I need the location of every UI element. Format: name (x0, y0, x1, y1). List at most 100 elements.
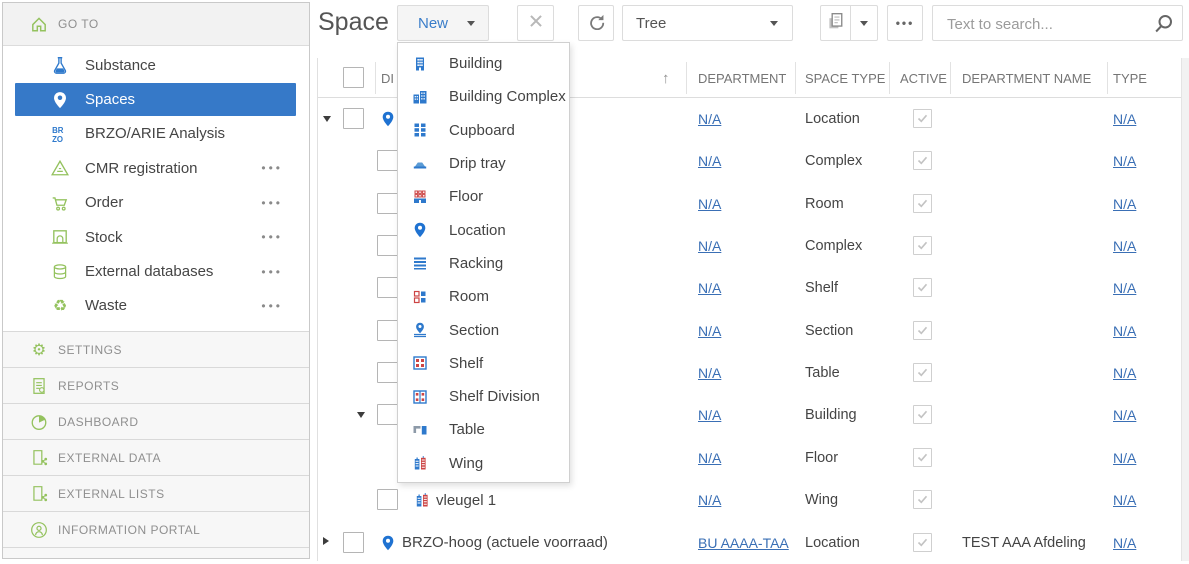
table-row[interactable]: N/A Complex N/A (0, 225, 1189, 267)
search-icon[interactable] (1153, 14, 1173, 39)
row-checkbox[interactable] (377, 192, 398, 214)
sort-ascending-icon[interactable]: ↑ (662, 58, 670, 98)
type-link[interactable]: N/A (1113, 196, 1136, 212)
column-separator (889, 62, 890, 94)
row-checkbox[interactable] (377, 150, 398, 172)
table-icon (412, 422, 428, 438)
cell-department: N/A (698, 310, 721, 352)
department-link[interactable]: N/A (698, 323, 721, 339)
new-button[interactable]: New (397, 5, 489, 41)
row-checkbox[interactable] (377, 489, 398, 511)
menu-item-drip-tray[interactable]: Drip tray (398, 147, 569, 180)
department-link[interactable]: N/A (698, 153, 721, 169)
department-link[interactable]: N/A (698, 407, 721, 423)
row-checkbox[interactable] (343, 108, 364, 129)
type-link[interactable]: N/A (1113, 238, 1136, 254)
print-options-button[interactable] (851, 6, 877, 40)
print-button[interactable] (821, 6, 851, 40)
row-checkbox[interactable] (377, 362, 398, 384)
select-all-checkbox[interactable] (343, 67, 364, 88)
row-checkbox[interactable] (377, 404, 398, 426)
department-link[interactable]: N/A (698, 238, 721, 254)
type-link[interactable]: N/A (1113, 535, 1136, 551)
active-checkbox (913, 193, 932, 213)
menu-item-room[interactable]: Room (398, 280, 569, 313)
active-checkbox (913, 320, 932, 340)
department-link[interactable]: N/A (698, 111, 721, 127)
menu-item-building[interactable]: Building (398, 47, 569, 80)
department-link[interactable]: BU AAAA-TAA (698, 535, 789, 551)
type-link[interactable]: N/A (1113, 492, 1136, 508)
new-space-type-menu: Building Building Complex Cupboard Drip tra… (397, 42, 570, 483)
menu-item-shelf[interactable]: Shelf (398, 347, 569, 380)
department-link[interactable]: N/A (698, 196, 721, 212)
column-header-display-name[interactable]: DI (381, 58, 394, 98)
type-link[interactable]: N/A (1113, 450, 1136, 466)
table-row[interactable]: N/A Table N/A (0, 352, 1189, 394)
active-checkbox (913, 447, 932, 467)
more-options-button[interactable]: ••• (887, 5, 923, 41)
table-row[interactable]: N/A Room N/A (0, 183, 1189, 225)
column-header-active[interactable]: ACTIVE (900, 58, 947, 98)
type-link[interactable]: N/A (1113, 365, 1136, 381)
refresh-button[interactable] (578, 5, 614, 41)
cell-type: N/A (1113, 522, 1136, 564)
close-button[interactable] (517, 5, 554, 41)
collapse-row-arrow[interactable] (323, 116, 331, 122)
column-separator (375, 62, 376, 94)
print-split-button[interactable] (820, 5, 878, 41)
type-link[interactable]: N/A (1113, 111, 1136, 127)
type-link[interactable]: N/A (1113, 323, 1136, 339)
type-link[interactable]: N/A (1113, 153, 1136, 169)
table-row[interactable]: N/A Section N/A (0, 310, 1189, 352)
cell-space-type: Section (805, 322, 854, 339)
column-separator (1107, 62, 1108, 94)
menu-item-floor[interactable]: Floor (398, 180, 569, 213)
menu-item-cupboard[interactable]: Cupboard (398, 114, 569, 147)
sidebar-item-substance[interactable]: Substance (3, 48, 309, 82)
cell-department: N/A (698, 267, 721, 309)
active-checkbox (913, 532, 932, 552)
sidebar-header-goto[interactable]: GO TO (3, 3, 309, 46)
menu-item-label: Drip tray (449, 155, 506, 173)
view-mode-select[interactable]: Tree (622, 5, 793, 41)
department-link[interactable]: N/A (698, 365, 721, 381)
row-checkbox[interactable] (343, 531, 364, 553)
building-complex-icon (412, 89, 428, 105)
menu-item-shelf-division[interactable]: Shelf Division (398, 380, 569, 413)
menu-item-location[interactable]: Location (398, 213, 569, 246)
department-link[interactable]: N/A (698, 492, 721, 508)
menu-item-table[interactable]: Table (398, 413, 569, 446)
collapse-row-arrow[interactable] (357, 412, 365, 419)
table-row[interactable]: N/A Building N/A (0, 394, 1189, 436)
column-header-department[interactable]: DEPARTMENT (698, 58, 786, 98)
table-row[interactable]: vleugel 1 N/A Wing N/A (0, 479, 1189, 521)
row-checkbox[interactable] (377, 319, 398, 341)
type-link[interactable]: N/A (1113, 407, 1136, 423)
table-row[interactable]: BRZO-hoog (actuele voorraad) BU AAAA-TAA L… (0, 522, 1189, 564)
menu-item-section[interactable]: Section (398, 313, 569, 346)
location-icon (380, 111, 396, 127)
cell-department: N/A (698, 352, 721, 394)
cell-space-type: Shelf (805, 280, 839, 297)
chevron-down-icon (467, 20, 475, 26)
room-icon (412, 289, 428, 305)
menu-item-racking[interactable]: Racking (398, 247, 569, 280)
table-row[interactable]: N/A Floor N/A (0, 437, 1189, 479)
column-header-department-name[interactable]: DEPARTMENT NAME (962, 58, 1091, 98)
department-link[interactable]: N/A (698, 280, 721, 296)
row-checkbox[interactable] (377, 277, 398, 299)
column-header-space-type[interactable]: SPACE TYPE (805, 58, 885, 98)
vertical-scrollbar[interactable] (1181, 58, 1189, 561)
department-link[interactable]: N/A (698, 450, 721, 466)
new-button-label: New (418, 14, 449, 32)
column-header-type[interactable]: TYPE (1113, 58, 1147, 98)
search-input[interactable] (945, 6, 1144, 42)
menu-item-building-complex[interactable]: Building Complex (398, 80, 569, 113)
type-link[interactable]: N/A (1113, 280, 1136, 296)
row-checkbox[interactable] (377, 235, 398, 257)
row-name: vleugel 1 (436, 491, 497, 509)
expand-row-arrow[interactable] (323, 536, 329, 545)
cell-type: N/A (1113, 98, 1136, 140)
menu-item-wing[interactable]: Wing (398, 447, 569, 480)
